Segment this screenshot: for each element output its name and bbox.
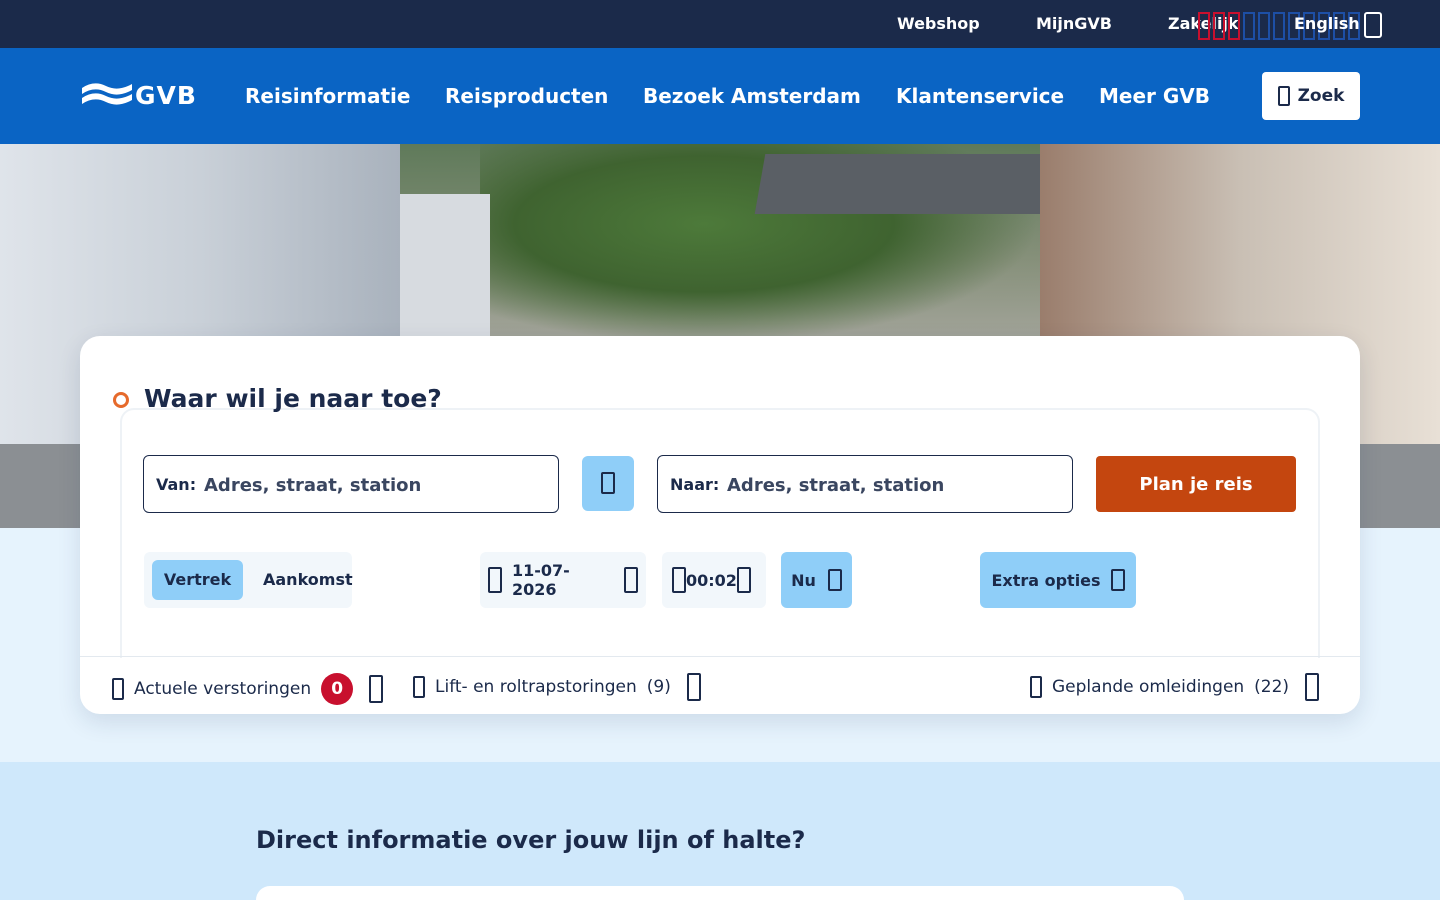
elevator-icon — [413, 676, 425, 698]
date-picker[interactable]: 11-07-2026 — [480, 552, 646, 608]
nav-reisinformatie[interactable]: Reisinformatie — [245, 84, 410, 108]
clock-icon — [672, 567, 686, 593]
time-value: 00:02 — [686, 570, 737, 590]
swap-icon — [601, 472, 615, 494]
to-input[interactable] — [727, 470, 1057, 500]
search-button[interactable]: Zoek — [1262, 72, 1360, 120]
nav-reisproducten[interactable]: Reisproducten — [445, 84, 608, 108]
departure-arrival-toggle: Vertrek Aankomst — [144, 552, 353, 608]
extra-options-button[interactable]: Extra opties — [980, 552, 1136, 608]
calendar-icon — [488, 567, 502, 593]
chevron-down-icon — [624, 567, 638, 593]
now-label: Nu — [791, 570, 816, 590]
nav-meer-gvb[interactable]: Meer GVB — [1099, 84, 1210, 108]
diversions-count: (22) — [1254, 677, 1290, 697]
line-stop-search-card[interactable] — [256, 886, 1184, 900]
disruptions-count-badge: 0 — [321, 673, 354, 705]
time-picker[interactable]: 00:02 — [662, 552, 766, 608]
planned-diversions-link[interactable]: Geplande omleidingen (22) — [1030, 673, 1320, 701]
line-stop-title: Direct informatie over jouw lijn of halt… — [256, 826, 806, 854]
diversion-icon — [1030, 676, 1042, 698]
current-disruptions-link[interactable]: Actuele verstoringen 0 — [112, 673, 384, 705]
toggle-vertrek[interactable]: Vertrek — [152, 560, 243, 600]
english-link[interactable]: English — [1294, 14, 1360, 34]
refresh-icon — [827, 569, 842, 591]
lifts-count: (9) — [646, 677, 671, 697]
webshop-link[interactable]: Webshop — [897, 14, 980, 34]
planner-title: Waar wil je naar toe? — [144, 384, 442, 413]
nav-bezoek-amsterdam[interactable]: Bezoek Amsterdam — [643, 84, 861, 108]
lift-escalator-link[interactable]: Lift- en roltrapstoringen (9) — [413, 673, 701, 701]
globe-icon[interactable] — [1364, 12, 1382, 38]
search-label: Zoek — [1297, 86, 1345, 106]
logo-text[interactable]: GVB — [135, 81, 197, 111]
lifts-label: Lift- en roltrapstoringen — [435, 677, 637, 697]
warning-icon — [112, 678, 124, 700]
chevron-right-icon — [1305, 673, 1320, 701]
search-icon — [1277, 86, 1290, 106]
chevron-right-icon — [369, 675, 384, 703]
from-label: Van: — [156, 475, 197, 494]
plan-trip-button[interactable]: Plan je reis — [1096, 456, 1296, 512]
to-label: Naar: — [670, 475, 720, 494]
swap-button[interactable] — [582, 456, 634, 511]
date-value: 11-07-2026 — [511, 561, 570, 599]
from-field[interactable]: Van: — [143, 455, 559, 513]
mijngvb-link[interactable]: MijnGVB — [1036, 14, 1112, 34]
chevron-down-icon — [1110, 569, 1125, 591]
now-button[interactable]: Nu — [781, 552, 852, 608]
origin-dot-icon — [113, 392, 129, 408]
utility-bar: Webshop MijnGVB Zakelijk English — [0, 0, 1440, 48]
chevron-down-icon — [736, 567, 751, 593]
nav-klantenservice[interactable]: Klantenservice — [896, 84, 1064, 108]
diversions-label: Geplande omleidingen — [1052, 677, 1245, 697]
chevron-right-icon — [686, 673, 701, 701]
from-input[interactable] — [204, 470, 544, 500]
to-field[interactable]: Naar: — [657, 455, 1073, 513]
disruptions-label: Actuele verstoringen — [134, 679, 312, 699]
toggle-aankomst[interactable]: Aankomst — [263, 560, 353, 600]
extra-options-label: Extra opties — [991, 570, 1101, 590]
